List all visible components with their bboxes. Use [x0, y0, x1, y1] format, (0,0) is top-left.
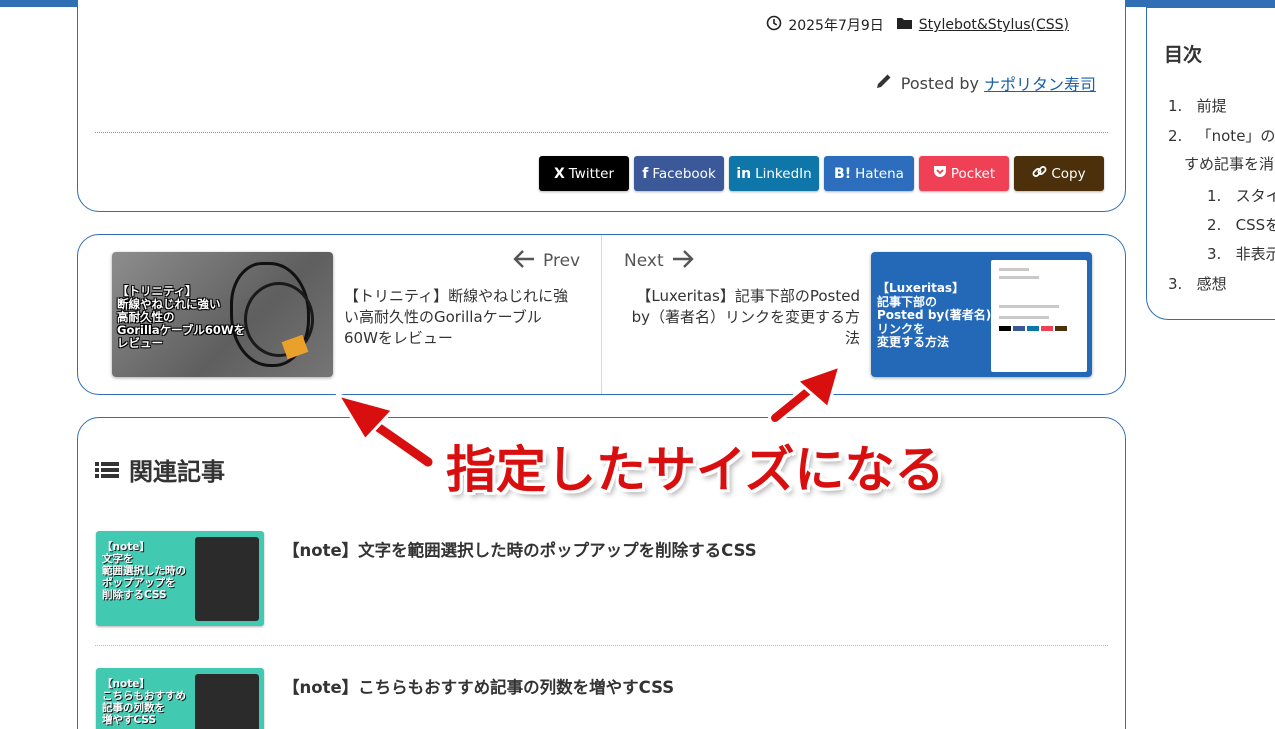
share-copy-label: Copy	[1051, 165, 1086, 182]
post-meta-line: 2025年7月9日 Stylebot&Stylus(CSS)	[766, 15, 1069, 35]
next-post-title[interactable]: 【Luxeritas】記事下部のPosted by（著者名）リンクを変更する方法	[626, 286, 860, 349]
next-thumb-caption: 【Luxeritas】 記事下部の Posted by(著者名) リンクを 変更…	[877, 281, 992, 349]
toc-item[interactable]: 2. 「note」の	[1168, 125, 1275, 146]
toc-title: 目次	[1164, 44, 1203, 66]
arrow-right-icon	[672, 248, 694, 274]
toc-number: 3.	[1168, 275, 1183, 293]
link-icon	[1032, 164, 1047, 183]
share-buttons: X Twitter f Facebook in LinkedIn B! Hate…	[539, 156, 1104, 191]
prev-post-thumbnail[interactable]: 【トリニティ】 断線やねじれに強い 高耐久性の Gorillaケーブル60Wを …	[112, 252, 333, 377]
post-meta-card: 2025年7月9日 Stylebot&Stylus(CSS) Posted by…	[77, 0, 1126, 212]
toc-item-continued[interactable]: すめ記事を消	[1184, 153, 1274, 174]
related-title[interactable]: 【note】こちらもおすすめ記事の列数を増やすCSS	[283, 674, 674, 698]
pencil-icon	[875, 72, 893, 94]
related-divider	[95, 645, 1108, 646]
linkedin-icon: in	[736, 165, 752, 182]
related-title[interactable]: 【note】文字を範囲選択した時のポップアップを削除するCSS	[283, 537, 757, 561]
toc-subitem[interactable]: 2. CSSを	[1207, 214, 1275, 235]
list-icon	[95, 461, 119, 479]
pager-card: 【トリニティ】 断線やねじれに強い 高耐久性の Gorillaケーブル60Wを …	[77, 234, 1126, 395]
clock-icon	[766, 15, 782, 35]
toc-number: 3.	[1207, 245, 1222, 263]
posted-by-label: Posted by	[900, 73, 979, 93]
arrow-left-icon	[513, 248, 535, 274]
toc-label: 「note」の	[1196, 127, 1275, 145]
meta-divider	[95, 132, 1108, 133]
category-link[interactable]: Stylebot&Stylus(CSS)	[919, 17, 1069, 33]
post-date: 2025年7月9日	[788, 18, 884, 34]
toc-number: 2.	[1168, 127, 1183, 145]
share-pocket-label: Pocket	[950, 165, 996, 182]
share-linkedin-button[interactable]: in LinkedIn	[729, 156, 819, 191]
toc-label: 前提	[1196, 97, 1227, 115]
related-heading-text: 関連記事	[129, 458, 225, 486]
next-label: Next	[624, 251, 664, 271]
prev-thumb-caption: 【トリニティ】 断線やねじれに強い 高耐久性の Gorillaケーブル60Wを …	[117, 284, 246, 350]
hatena-icon: B!	[834, 165, 852, 182]
share-twitter-label: Twitter	[568, 165, 615, 182]
share-linkedin-label: LinkedIn	[755, 165, 812, 182]
toc-label: 感想	[1196, 275, 1227, 293]
share-twitter-button[interactable]: X Twitter	[539, 156, 629, 191]
pocket-icon	[933, 165, 947, 182]
share-facebook-button[interactable]: f Facebook	[634, 156, 724, 191]
toc-label: 非表示	[1235, 245, 1275, 263]
toc-number: 1.	[1207, 187, 1222, 205]
related-thumb-caption: 【note】 文字を 範囲選択した時の ポップアップを 削除するCSS	[102, 541, 186, 601]
share-hatena-button[interactable]: B! Hatena	[824, 156, 914, 191]
toc-label: スタイ	[1235, 187, 1275, 205]
share-facebook-label: Facebook	[652, 165, 716, 182]
folder-icon	[896, 16, 913, 34]
share-pocket-button[interactable]: Pocket	[919, 156, 1009, 191]
pager-divider	[601, 235, 602, 394]
related-thumbnail[interactable]: 【note】 こちらもおすすめ 記事の列数を 増やすCSS	[96, 668, 264, 729]
posted-by: Posted by ナポリタン寿司	[875, 71, 1096, 95]
related-thumbnail[interactable]: 【note】 文字を 範囲選択した時の ポップアップを 削除するCSS	[96, 531, 264, 626]
toc-item[interactable]: 3. 感想	[1168, 273, 1227, 294]
toc-number: 2.	[1207, 216, 1222, 234]
facebook-icon: f	[642, 165, 649, 182]
next-post-thumbnail[interactable]: 【Luxeritas】 記事下部の Posted by(著者名) リンクを 変更…	[871, 252, 1092, 377]
screenshot-graphic	[195, 537, 259, 621]
prev-label: Prev	[543, 251, 581, 271]
related-heading: 関連記事	[95, 452, 225, 487]
prev-post-title[interactable]: 【トリニティ】断線やねじれに強い高耐久性のGorillaケーブル60Wをレビュー	[344, 286, 569, 349]
toc-subitem[interactable]: 3. 非表示	[1207, 243, 1275, 264]
toc-label: CSSを	[1235, 216, 1275, 234]
x-icon: X	[553, 165, 565, 182]
toc-subitem[interactable]: 1. スタイ	[1207, 185, 1275, 206]
toc-number: 1.	[1168, 97, 1183, 115]
next-link[interactable]: Next	[624, 248, 694, 274]
annotation-text: 指定したサイズになる	[446, 441, 945, 499]
toc-item[interactable]: 1. 前提	[1168, 95, 1227, 116]
prev-link[interactable]: Prev	[513, 248, 580, 274]
screenshot-graphic	[195, 674, 259, 729]
screenshot-graphic	[991, 260, 1087, 372]
related-thumb-caption: 【note】 こちらもおすすめ 記事の列数を 増やすCSS	[102, 678, 186, 726]
toc-card: 目次 1. 前提 2. 「note」の すめ記事を消 1. スタイ 2. CSS…	[1146, 7, 1275, 320]
share-hatena-label: Hatena	[855, 165, 904, 182]
author-link[interactable]: ナポリタン寿司	[984, 71, 1096, 95]
share-copy-button[interactable]: Copy	[1014, 156, 1104, 191]
